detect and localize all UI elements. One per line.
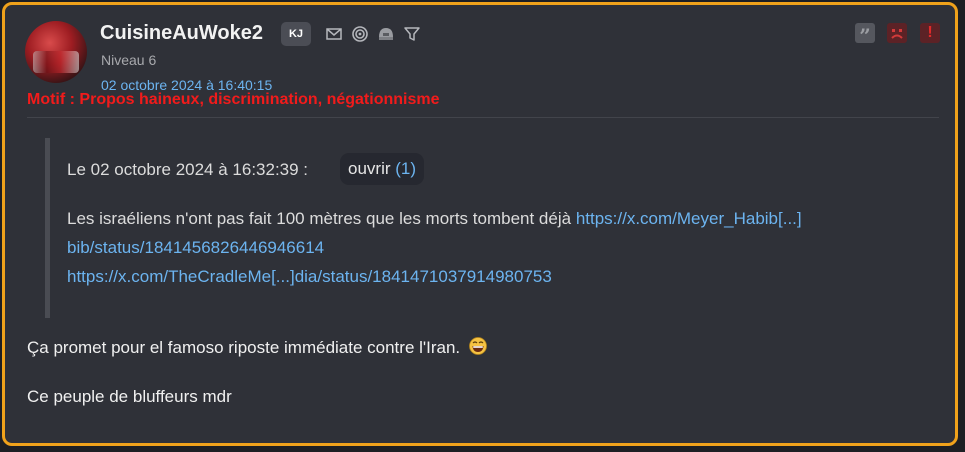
username[interactable]: CuisineAuWoke2	[100, 22, 263, 45]
forum-post: CuisineAuWoke2 KJ ” ! Niveau 6 02 octobr…	[2, 2, 958, 446]
moderation-motif: Motif : Propos haineux, discrimination, …	[27, 91, 440, 108]
quote-text-block: Les israéliens n'ont pas fait 100 mètres…	[67, 204, 927, 291]
open-quote-button[interactable]: ouvrir (1)	[340, 153, 425, 185]
quote-link-1-part-2[interactable]: bib/status/1841456826446946614	[67, 238, 324, 257]
open-quote-label: ouvrir	[348, 159, 391, 178]
post-body-line-1: Ça promet pour el famoso riposte immédia…	[27, 337, 487, 358]
alert-icon[interactable]: !	[920, 23, 940, 43]
avatar[interactable]	[25, 21, 87, 83]
divider	[27, 117, 939, 118]
spiral-icon[interactable]	[351, 25, 369, 43]
user-badge: KJ	[281, 22, 311, 46]
quote-link-1-part-1[interactable]: https://x.com/Meyer_Habib[...]	[576, 209, 802, 228]
quote-link-2[interactable]: https://x.com/TheCradleMe[...]dia/status…	[67, 267, 552, 286]
quote-text: Les israéliens n'ont pas fait 100 mètres…	[67, 209, 572, 228]
post-body-text-1: Ça promet pour el famoso riposte immédia…	[27, 338, 461, 357]
filter-icon[interactable]	[403, 25, 421, 43]
sad-face-icon[interactable]	[887, 23, 907, 43]
quote-icon[interactable]: ”	[855, 23, 875, 48]
laughing-face-icon	[469, 337, 487, 355]
mail-icon[interactable]	[325, 25, 343, 43]
user-level: Niveau 6	[101, 52, 157, 68]
post-body-line-2: Ce peuple de bluffeurs mdr	[27, 387, 232, 406]
helmet-icon[interactable]	[377, 25, 395, 43]
open-quote-count: (1)	[395, 159, 417, 178]
quote-block: Le 02 octobre 2024 à 16:32:39 : ouvrir (…	[45, 138, 935, 318]
quote-meta: Le 02 octobre 2024 à 16:32:39 :	[67, 160, 309, 179]
